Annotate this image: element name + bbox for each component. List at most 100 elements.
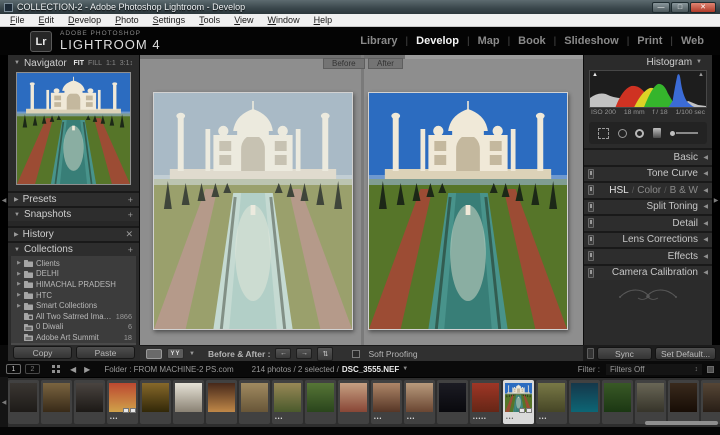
second-window-button[interactable]: 2 [25,364,40,374]
filter-dropdown[interactable]: Filters Off ↕ [606,364,702,375]
disclosure-open-icon[interactable]: ▼ [14,212,20,218]
after-photo[interactable] [368,92,568,330]
thumb-badge-icon[interactable] [123,408,129,413]
title-bar[interactable]: COLLECTION-2 - Adobe Photoshop Lightroom… [0,0,720,14]
add-icon[interactable]: + [128,195,133,205]
section-expand-icon[interactable]: ◀ [703,253,708,260]
collection-expand-icon[interactable]: ▶ [17,292,24,298]
next-photo-icon[interactable]: ▶ [84,365,90,374]
menu-edit[interactable]: Edit [32,15,62,25]
autosync-switch[interactable] [587,348,594,359]
section-expand-icon[interactable]: ◀ [703,203,708,210]
section-lens-corrections[interactable]: Lens Corrections◀ [584,231,712,248]
view-mode-caret-icon[interactable]: ▼ [189,351,195,357]
tab-library[interactable]: Library [352,35,405,47]
menu-photo[interactable]: Photo [108,15,146,25]
adjustment-brush-icon[interactable] [670,131,698,136]
filter-lock-icon[interactable] [707,366,714,373]
shadow-clipping-icon[interactable]: ▲ [592,72,598,78]
menu-file[interactable]: File [3,15,32,25]
filmstrip-thumb[interactable] [437,380,468,424]
histogram-disclosure-icon[interactable]: ▼ [696,59,702,65]
filmstrip-thumb[interactable] [41,380,72,424]
graduated-filter-icon[interactable] [653,128,661,138]
panel-header-snapshots[interactable]: ▼Snapshots+ [8,206,139,221]
soft-proofing-checkbox[interactable] [352,350,360,358]
left-panel-collapse-arrow[interactable]: ◀ [0,55,8,345]
filename[interactable]: DSC_3555.NEF [342,365,399,374]
clear-history-icon[interactable]: ✕ [125,229,133,240]
filmstrip-thumb[interactable]: ••• [404,380,435,424]
filmstrip-thumb[interactable] [635,380,666,424]
section-detail[interactable]: Detail◀ [584,214,712,231]
close-button[interactable]: ✕ [690,2,716,13]
filmstrip-scrollbar[interactable] [645,421,718,425]
disclosure-closed-icon[interactable]: ▶ [14,231,19,238]
collection-expand-icon[interactable]: ▶ [17,271,24,277]
hsl-segment-hsl[interactable]: HSL [609,185,628,196]
section-effects[interactable]: Effects◀ [584,247,712,264]
panel-switch-icon[interactable] [588,251,594,261]
section-expand-icon[interactable]: ◀ [703,236,708,243]
filmstrip-thumb[interactable]: ••• [503,380,534,424]
filmstrip-thumb[interactable]: ••• [107,380,138,424]
tab-web[interactable]: Web [673,35,712,47]
hsl-segment-b&w[interactable]: B & W [670,185,698,196]
set-default-button[interactable]: Set Default... [655,347,716,360]
tab-map[interactable]: Map [470,35,508,47]
navigator-preview[interactable] [16,72,131,185]
filmstrip-thumb[interactable] [602,380,633,424]
right-panel-collapse-arrow[interactable]: ▶ [712,55,720,345]
panel-switch-icon[interactable] [588,169,594,179]
menu-settings[interactable]: Settings [146,15,193,25]
section-expand-icon[interactable]: ◀ [703,220,708,227]
filmstrip-thumb[interactable]: ••• [272,380,303,424]
copy-before-to-after-button[interactable]: ← [275,348,291,359]
navigator-zoom-fill[interactable]: FILL [88,60,102,67]
filmstrip-thumb[interactable] [173,380,204,424]
filename-caret-icon[interactable]: ▼ [402,366,408,372]
copy-button[interactable]: Copy [13,346,72,359]
crop-tool-icon[interactable] [598,128,609,139]
navigator-zoom-3:1[interactable]: 3:1 [120,60,130,67]
sync-button[interactable]: Sync [597,347,652,360]
navigator-zoom-updown-icon[interactable]: ↕ [130,60,134,67]
thumb-badge-icon[interactable] [519,408,525,413]
section-expand-icon[interactable]: ◀ [703,154,708,161]
section-basic[interactable]: Basic◀ [584,148,712,165]
section-tone-curve[interactable]: Tone Curve◀ [584,165,712,182]
histogram-graph[interactable]: ▲ ▲ [589,70,707,108]
menu-develop[interactable]: Develop [61,15,108,25]
filmstrip-scroll-left-icon[interactable]: ◀ [0,377,8,427]
filmstrip-thumb[interactable] [74,380,105,424]
tab-slideshow[interactable]: Slideshow [556,35,626,47]
filmstrip-thumb[interactable] [701,380,720,424]
navigator-zoom-1:1[interactable]: 1:1 [106,60,116,67]
copy-after-to-before-button[interactable]: → [296,348,312,359]
thumb-badge-icon[interactable] [130,408,136,413]
filmstrip-thumb[interactable]: ••• [371,380,402,424]
filmstrip-thumb[interactable] [338,380,369,424]
before-photo[interactable] [153,92,353,330]
tab-print[interactable]: Print [629,35,670,47]
panel-header-history[interactable]: ▶History✕ [8,226,139,241]
panel-header-presets[interactable]: ▶Presets+ [8,191,139,206]
add-icon[interactable]: + [128,210,133,220]
filmstrip-thumb[interactable] [140,380,171,424]
menu-window[interactable]: Window [261,15,307,25]
swap-before-after-button[interactable]: ⇅ [317,347,333,361]
filmstrip-thumb[interactable]: ••• [536,380,567,424]
histogram-header[interactable]: Histogram ▼ [584,55,712,69]
main-window-button[interactable]: 1 [6,364,21,374]
previous-photo-icon[interactable]: ◀ [70,365,76,374]
disclosure-open-icon[interactable]: ▼ [14,247,20,253]
filmstrip-thumb[interactable] [305,380,336,424]
spot-removal-icon[interactable] [618,129,627,138]
navigator-disclosure-icon[interactable]: ▼ [14,60,20,66]
tab-book[interactable]: Book [510,35,554,47]
collection-expand-icon[interactable]: ▶ [17,281,24,287]
panel-switch-icon[interactable] [588,268,594,278]
filmstrip-thumb[interactable] [239,380,270,424]
section-expand-icon[interactable]: ◀ [703,170,708,177]
hsl-segment-color[interactable]: Color [637,185,661,196]
